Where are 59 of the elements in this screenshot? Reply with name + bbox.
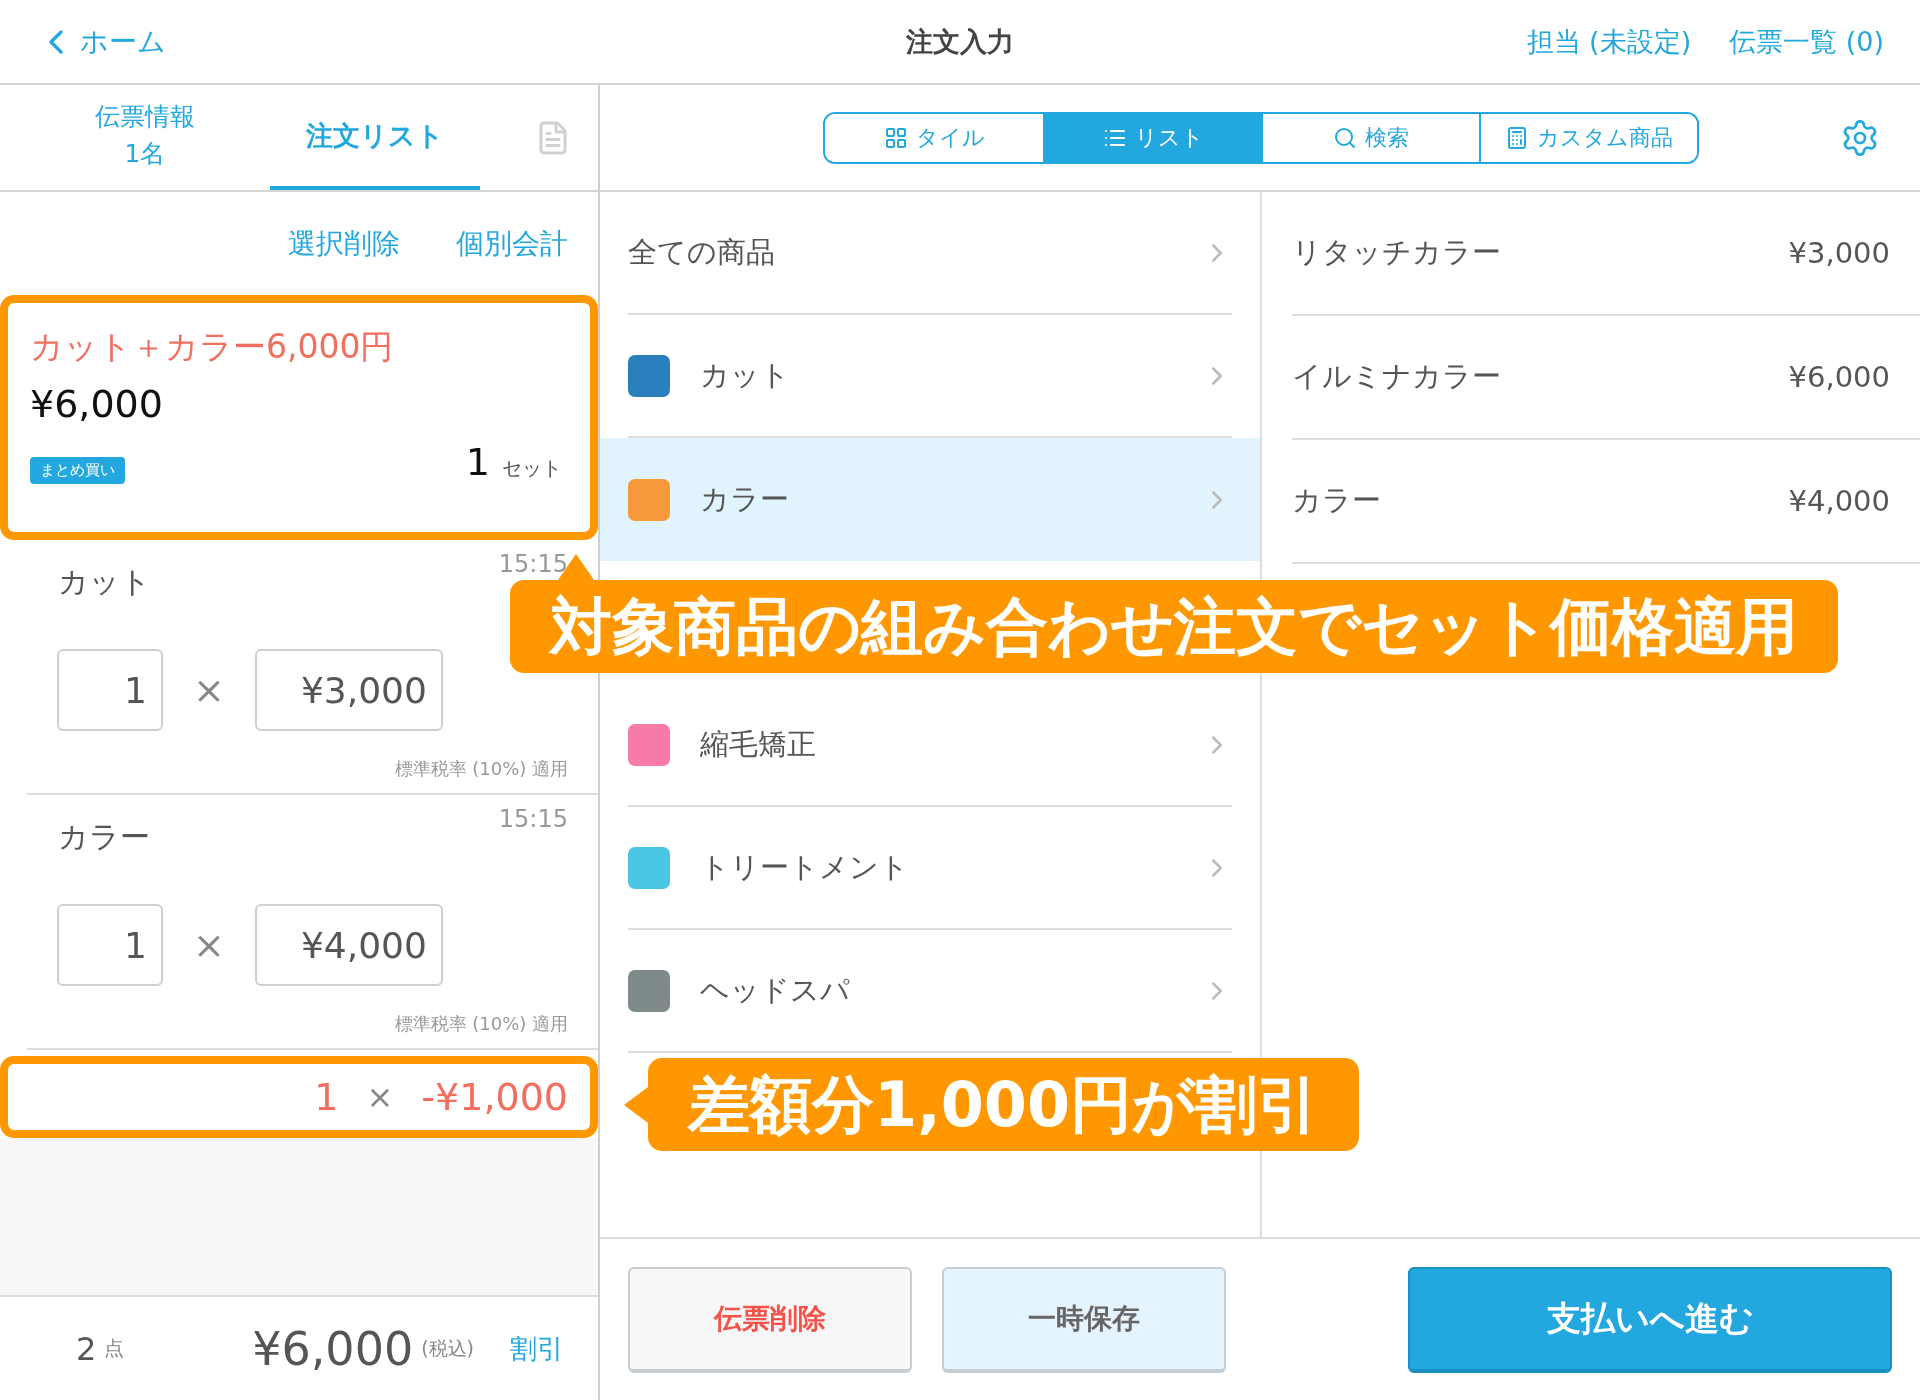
tab[interactable]: 注文リスト — [270, 85, 480, 190]
quantity-field[interactable]: 1 — [57, 649, 163, 731]
discount-quantity: 1 — [314, 1075, 339, 1119]
item-time: 15:15 — [498, 550, 568, 578]
quantity-field[interactable]: 1 — [57, 904, 163, 986]
category-name: ヘッドスパ — [700, 971, 851, 1009]
callout: 差額分1,000円が割引 — [624, 1058, 1360, 1152]
set-name: カット＋カラー6,000円 — [30, 326, 395, 368]
header-link[interactable]: 担当 (未設定) — [1526, 23, 1692, 60]
tax-note: 標準税率 (10%) 適用 — [394, 757, 568, 781]
product-row[interactable]: リタッチカラー ¥3,000 — [1292, 192, 1920, 316]
set-unit: セット — [502, 455, 562, 482]
tax-label: (税込) — [421, 1335, 474, 1361]
delete-button[interactable]: 伝票削除 — [628, 1266, 912, 1373]
count-unit: 点 — [104, 1335, 125, 1362]
screen-title: 注文入力 — [906, 24, 1014, 59]
pay-button[interactable]: 支払いへ進む — [1408, 1266, 1892, 1373]
total-amount: ¥6,000 — [252, 1321, 414, 1376]
category-name: 全ての商品 — [628, 233, 776, 271]
item-time: 15:15 — [498, 805, 568, 833]
category-name: トリートメント — [700, 848, 910, 886]
bundle-tag: まとめ買い — [30, 457, 125, 484]
item-name: カット — [58, 563, 151, 601]
product-row[interactable]: イルミナカラー ¥6,000 — [1292, 316, 1920, 440]
save-button[interactable]: 一時保存 — [942, 1266, 1226, 1373]
action-link[interactable]: 選択削除 — [288, 224, 400, 263]
product-price: ¥4,000 — [1788, 484, 1890, 518]
category-name: 縮毛矯正 — [700, 725, 817, 763]
product-row[interactable]: カラー ¥4,000 — [1292, 440, 1920, 564]
product-name: イルミナカラー — [1292, 358, 1501, 395]
category-name: カット — [700, 356, 791, 394]
set-price: ¥6,000 — [30, 382, 164, 426]
set-item-card[interactable]: カット＋カラー6,000円 ¥6,000 まとめ買い 1 セット — [0, 295, 598, 540]
back-link[interactable]: ホーム — [36, 21, 906, 62]
product-name: カラー — [1292, 482, 1381, 519]
category-name: カラー — [700, 480, 790, 518]
times-sign: × — [193, 923, 225, 967]
header-link[interactable]: 伝票一覧 (0) — [1729, 23, 1884, 60]
grid-icon — [883, 125, 908, 150]
view-mode-tab[interactable]: カスタム商品 — [1479, 113, 1697, 162]
search-icon — [1333, 125, 1357, 150]
product-price: ¥6,000 — [1788, 360, 1890, 394]
view-mode-tab[interactable]: リスト — [1043, 113, 1261, 162]
product-price: ¥3,000 — [1788, 236, 1890, 270]
discount-link[interactable]: 割引 — [510, 1330, 564, 1367]
calculator-icon — [1505, 125, 1529, 150]
item-name: カラー — [58, 818, 150, 856]
product-name: リタッチカラー — [1292, 234, 1501, 271]
action-link[interactable]: 個別会計 — [456, 224, 568, 263]
item-count: 2 — [76, 1329, 97, 1368]
price-field[interactable]: ¥3,000 — [254, 649, 443, 731]
times-sign: × — [193, 668, 225, 712]
price-field[interactable]: ¥4,000 — [254, 904, 443, 986]
tab[interactable]: 伝票情報 1名 — [40, 85, 250, 190]
set-quantity: 1 — [465, 440, 490, 484]
times-sign: × — [366, 1078, 394, 1116]
discount-amount: -¥1,000 — [421, 1075, 568, 1119]
category-row[interactable]: カラー — [600, 438, 1260, 561]
tax-note: 標準税率 (10%) 適用 — [394, 1012, 568, 1036]
